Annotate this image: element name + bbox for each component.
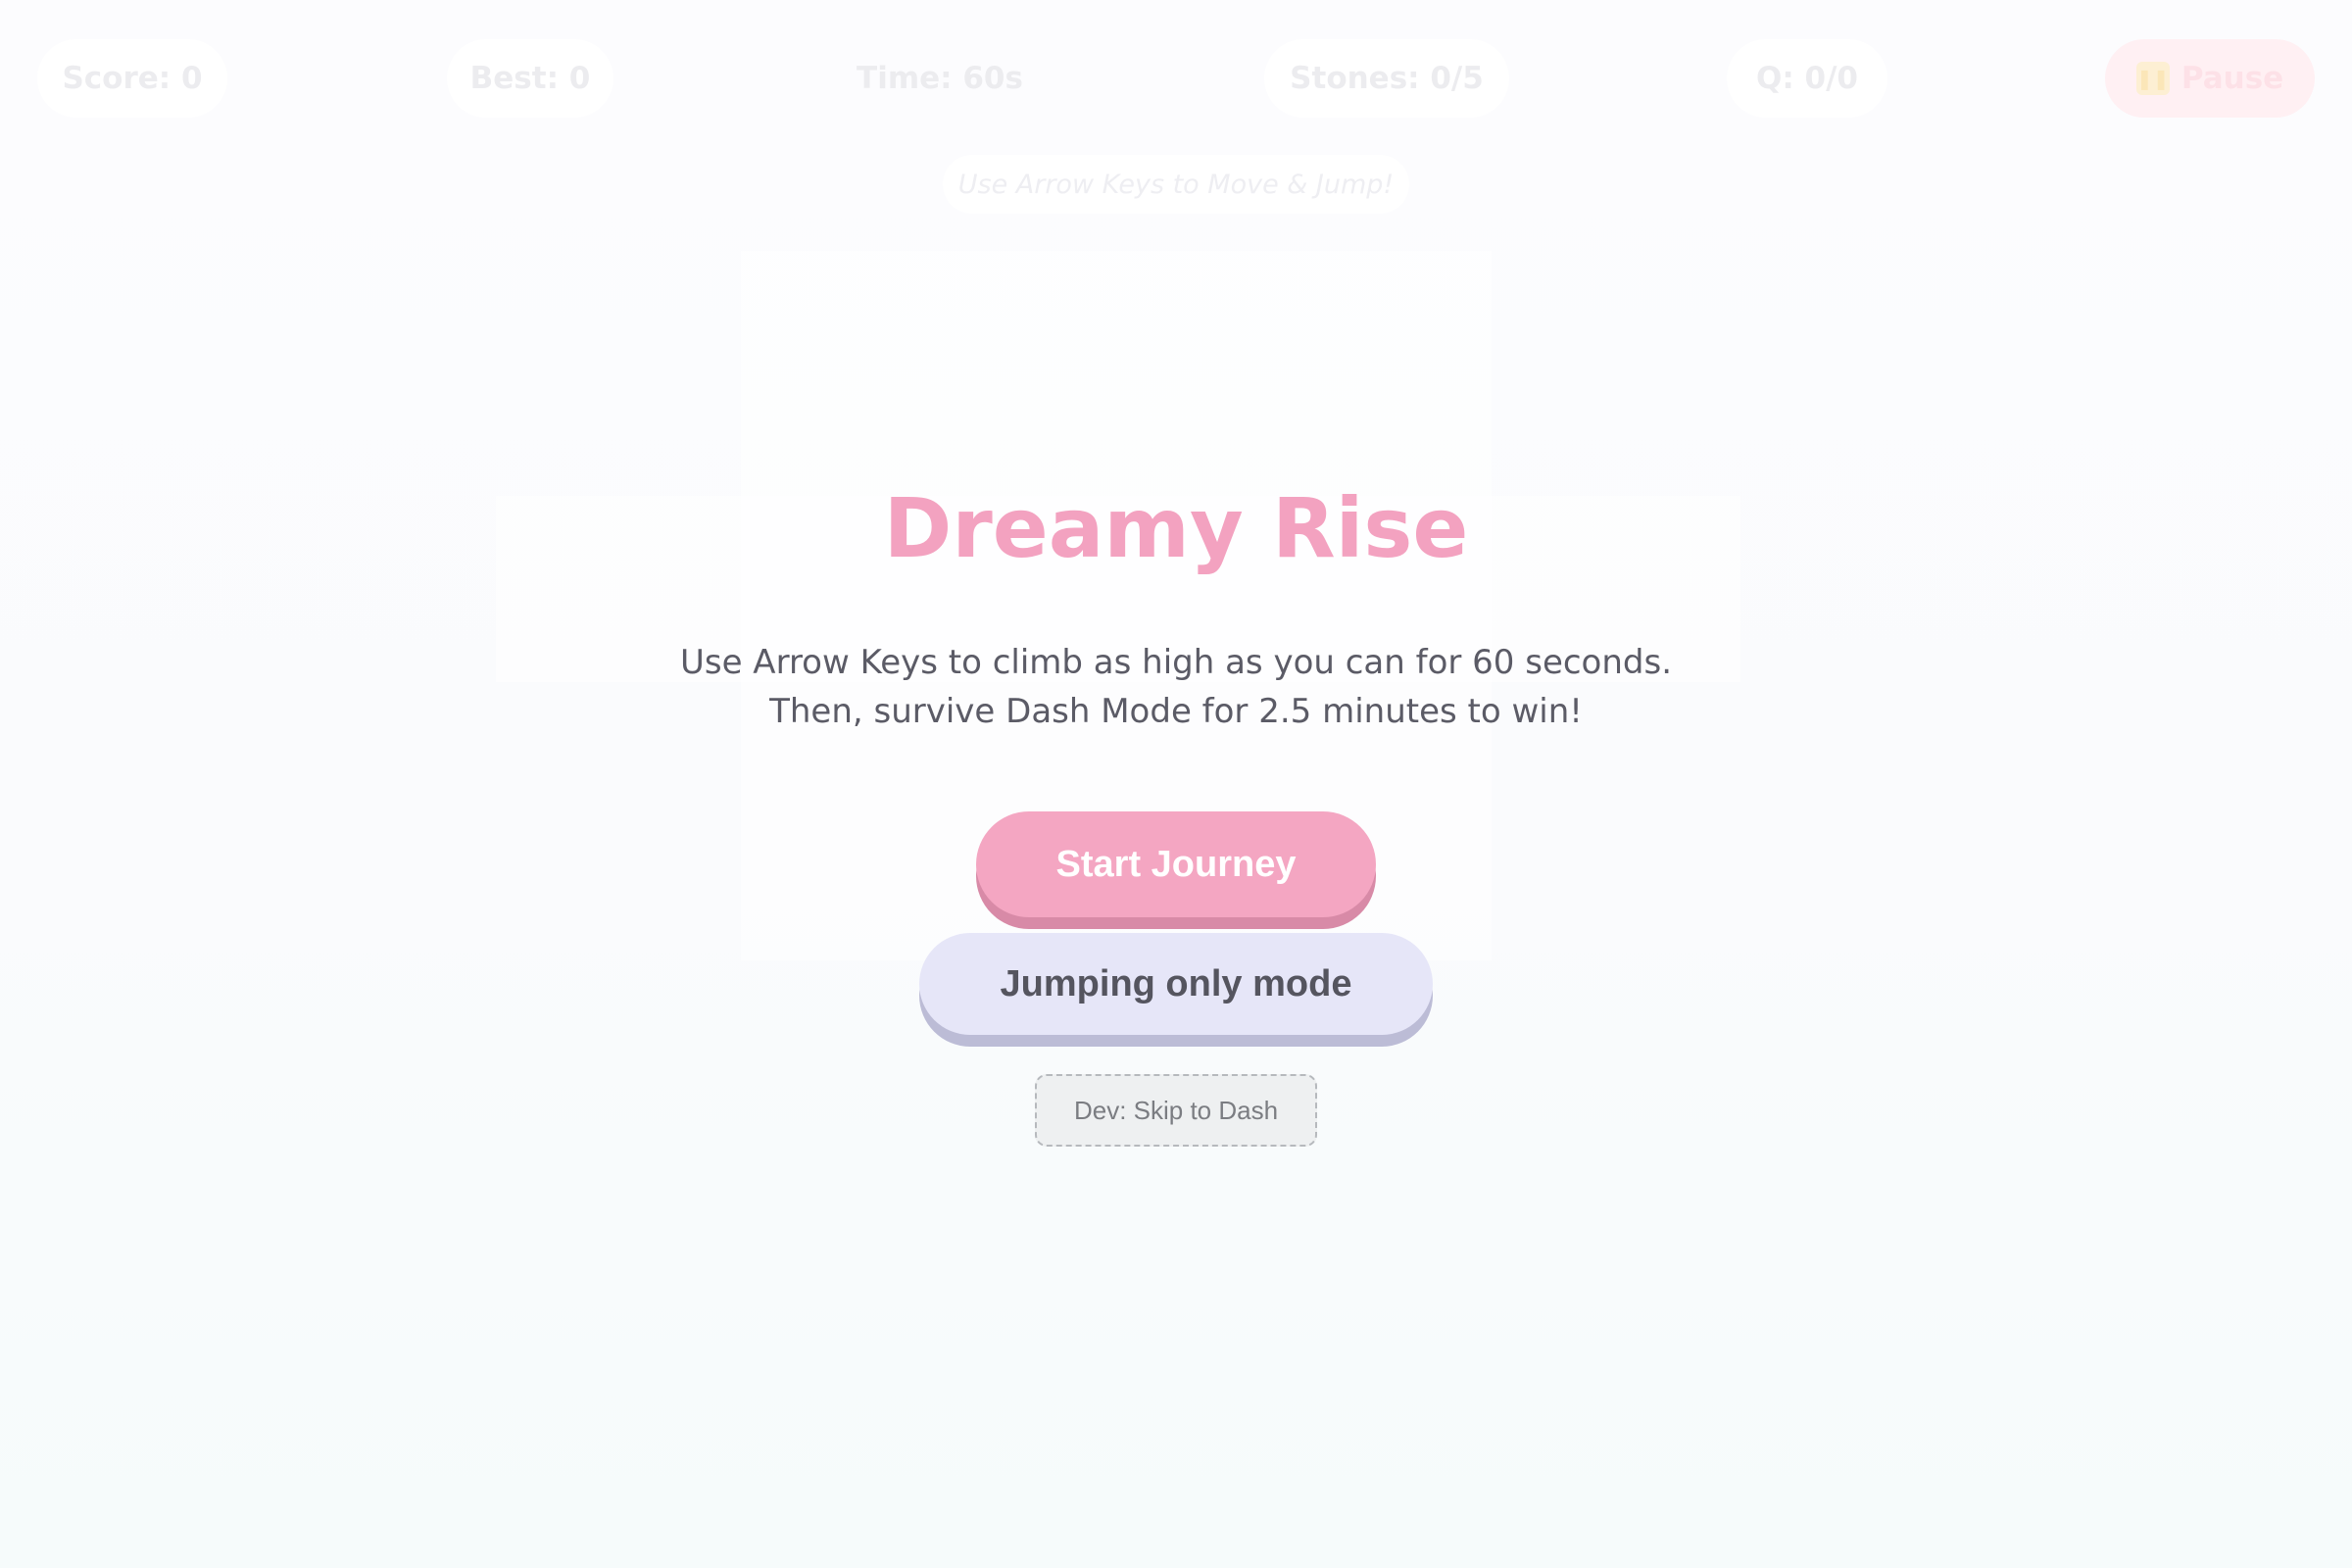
- questions-counter: Q: 0/0: [1727, 39, 1887, 118]
- game-title: Dreamy Rise: [883, 480, 1469, 576]
- score-display: Score: 0: [37, 39, 227, 118]
- pause-icon: ❚❚: [2135, 62, 2170, 95]
- stones-counter: Stones: 0/5: [1264, 39, 1509, 118]
- controls-hint: Use Arrow Keys to Move & Jump!: [943, 155, 1409, 214]
- instructions-line-2: Then, survive Dash Mode for 2.5 minutes …: [769, 692, 1583, 731]
- pause-label: Pause: [2180, 61, 2284, 96]
- start-journey-button[interactable]: Start Journey: [976, 811, 1376, 917]
- jumping-only-mode-button[interactable]: Jumping only mode: [919, 933, 1433, 1035]
- instructions-line-1: Use Arrow Keys to climb as high as you c…: [679, 643, 1673, 682]
- best-score-display: Best: 0: [447, 39, 613, 118]
- dev-skip-to-dash-button[interactable]: Dev: Skip to Dash: [1035, 1074, 1317, 1147]
- timer-display: Time: 60s: [857, 61, 1023, 96]
- pause-button[interactable]: ❚❚ Pause: [2105, 39, 2315, 118]
